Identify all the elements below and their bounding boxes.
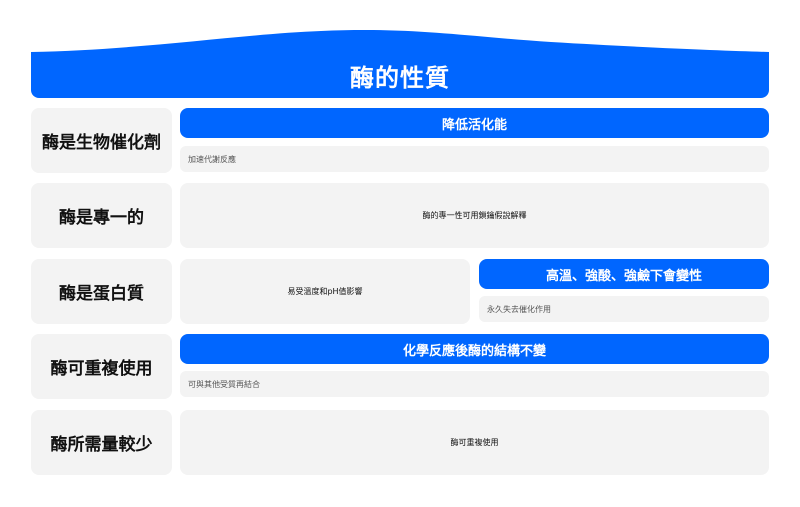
content-lock-and-key: 酶的專一性可用鎖鑰假說解釋 [180, 183, 769, 248]
row-label-specific: 酶是專一的 [31, 183, 172, 248]
content-temperature-ph: 易受溫度和pH值影響 [180, 259, 470, 324]
highlight-structure-unchanged: 化學反應後酶的結構不變 [180, 334, 769, 364]
detail-permanent-loss: 永久失去催化作用 [479, 296, 769, 322]
row-label-reusable: 酶可重複使用 [31, 334, 172, 399]
detail-speed-up-metabolism: 加速代謝反應 [180, 146, 769, 172]
content-reusable: 酶可重複使用 [180, 410, 769, 475]
highlight-denaturation: 高溫、強酸、強鹼下會變性 [479, 259, 769, 289]
row-label-catalyst: 酶是生物催化劑 [31, 108, 172, 173]
row-label-small-amount: 酶所需量較少 [31, 410, 172, 475]
diagram-title: 酶的性質 [31, 52, 769, 98]
detail-rebind-substrate: 可與其他受質再結合 [180, 371, 769, 397]
row-label-protein: 酶是蛋白質 [31, 259, 172, 324]
highlight-lower-activation-energy: 降低活化能 [180, 108, 769, 138]
